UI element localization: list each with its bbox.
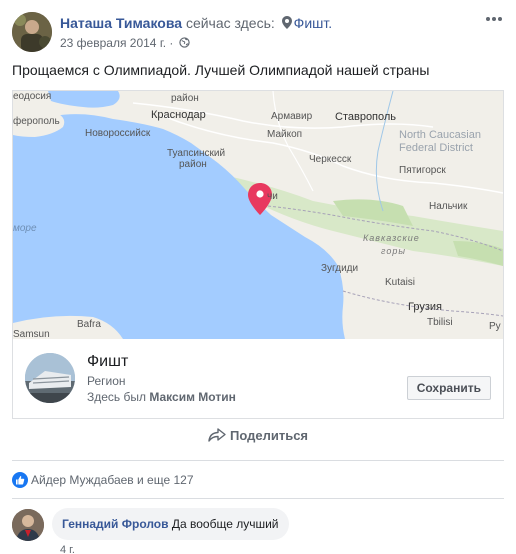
comment-timestamp[interactable]: 4 г. — [60, 544, 75, 554]
visited-prefix: Здесь был — [87, 390, 147, 404]
map-label: чи — [267, 191, 278, 202]
author-line: Наташа Тимакова сейчас здесь: Фишт. — [60, 15, 332, 31]
visited-by: Здесь был Максим Мотин — [87, 390, 236, 404]
map-pin-icon — [281, 16, 292, 29]
map-label: Kutaisi — [385, 277, 416, 288]
map-label: Грузия — [408, 301, 442, 313]
post-meta: 23 февраля 2014 г. · — [60, 36, 190, 50]
map-label: Майкоп — [267, 129, 303, 140]
post-header: Наташа Тимакова сейчас здесь: Фишт. 23 ф… — [12, 12, 504, 56]
divider — [12, 460, 504, 461]
map-label: Tbilisi — [427, 317, 453, 328]
place-info: Фишт Регион Здесь был Максим Мотин Сохра… — [13, 339, 503, 418]
map-label: район — [179, 159, 207, 170]
map-label: горы — [381, 246, 406, 256]
more-options-icon[interactable] — [484, 12, 504, 26]
map-label: еодосия — [13, 91, 52, 102]
reactions-text: Айдер Муждабаев и еще 127 — [31, 473, 194, 487]
map-label: ферополь — [13, 116, 60, 127]
map-label: Туапсинский — [167, 148, 226, 159]
map-label: Черкесск — [309, 154, 352, 165]
place-name[interactable]: Фишт — [87, 353, 128, 371]
visitor-name[interactable]: Максим Мотин — [149, 390, 235, 404]
place-thumbnail[interactable] — [25, 353, 75, 403]
comment-author[interactable]: Геннадий Фролов — [62, 517, 169, 531]
commenter-avatar[interactable] — [12, 509, 44, 541]
map-label: Bafra — [77, 319, 101, 330]
map-label: North Caucasian — [399, 129, 481, 141]
meta-separator: · — [169, 36, 174, 50]
place-type: Регион — [87, 374, 126, 388]
map-label: Армавир — [271, 111, 313, 122]
globe-icon[interactable] — [179, 37, 190, 48]
comment: Геннадий Фролов Да вообще лучший 4 г. — [12, 508, 504, 554]
map-label: район — [171, 93, 199, 104]
place-link[interactable]: Фишт. — [294, 15, 332, 31]
comment-text: Да вообще лучший — [171, 517, 279, 531]
map-label: Federal District — [399, 142, 473, 154]
checkin-text: сейчас здесь: — [185, 15, 275, 31]
post-text: Прощаемся с Олимпиадой. Лучшей Олимпиадо… — [12, 62, 430, 78]
thumbs-up-icon — [12, 472, 28, 488]
map-label: Нальчик — [429, 201, 468, 212]
divider — [12, 498, 504, 499]
map-label: Пятигорск — [399, 165, 446, 176]
author-avatar[interactable] — [12, 12, 52, 52]
map-label: Samsun — [13, 329, 50, 339]
map-label: Краснодар — [151, 109, 206, 121]
map-label: Новороссийск — [85, 128, 151, 139]
map-area[interactable]: еодосия район Краснодар Армавир Ставропо… — [13, 91, 503, 339]
map-label: Ставрополь — [335, 111, 397, 123]
author-name[interactable]: Наташа Тимакова — [60, 15, 182, 31]
comment-bubble: Геннадий Фролов Да вообще лучший — [52, 508, 289, 540]
map-label: море — [13, 223, 37, 234]
reactions-summary[interactable]: Айдер Муждабаев и еще 127 — [12, 472, 194, 488]
map-label: Ру — [489, 321, 501, 332]
share-button[interactable]: Поделиться — [12, 428, 504, 454]
share-label: Поделиться — [229, 428, 309, 443]
map-label: Зугдиди — [321, 263, 359, 274]
post-date[interactable]: 23 февраля 2014 г. — [60, 36, 166, 50]
save-button[interactable]: Сохранить — [406, 376, 491, 400]
map-card[interactable]: еодосия район Краснодар Армавир Ставропо… — [12, 90, 504, 419]
map-label: Кавказские — [363, 233, 420, 243]
share-arrow-icon — [208, 428, 226, 442]
